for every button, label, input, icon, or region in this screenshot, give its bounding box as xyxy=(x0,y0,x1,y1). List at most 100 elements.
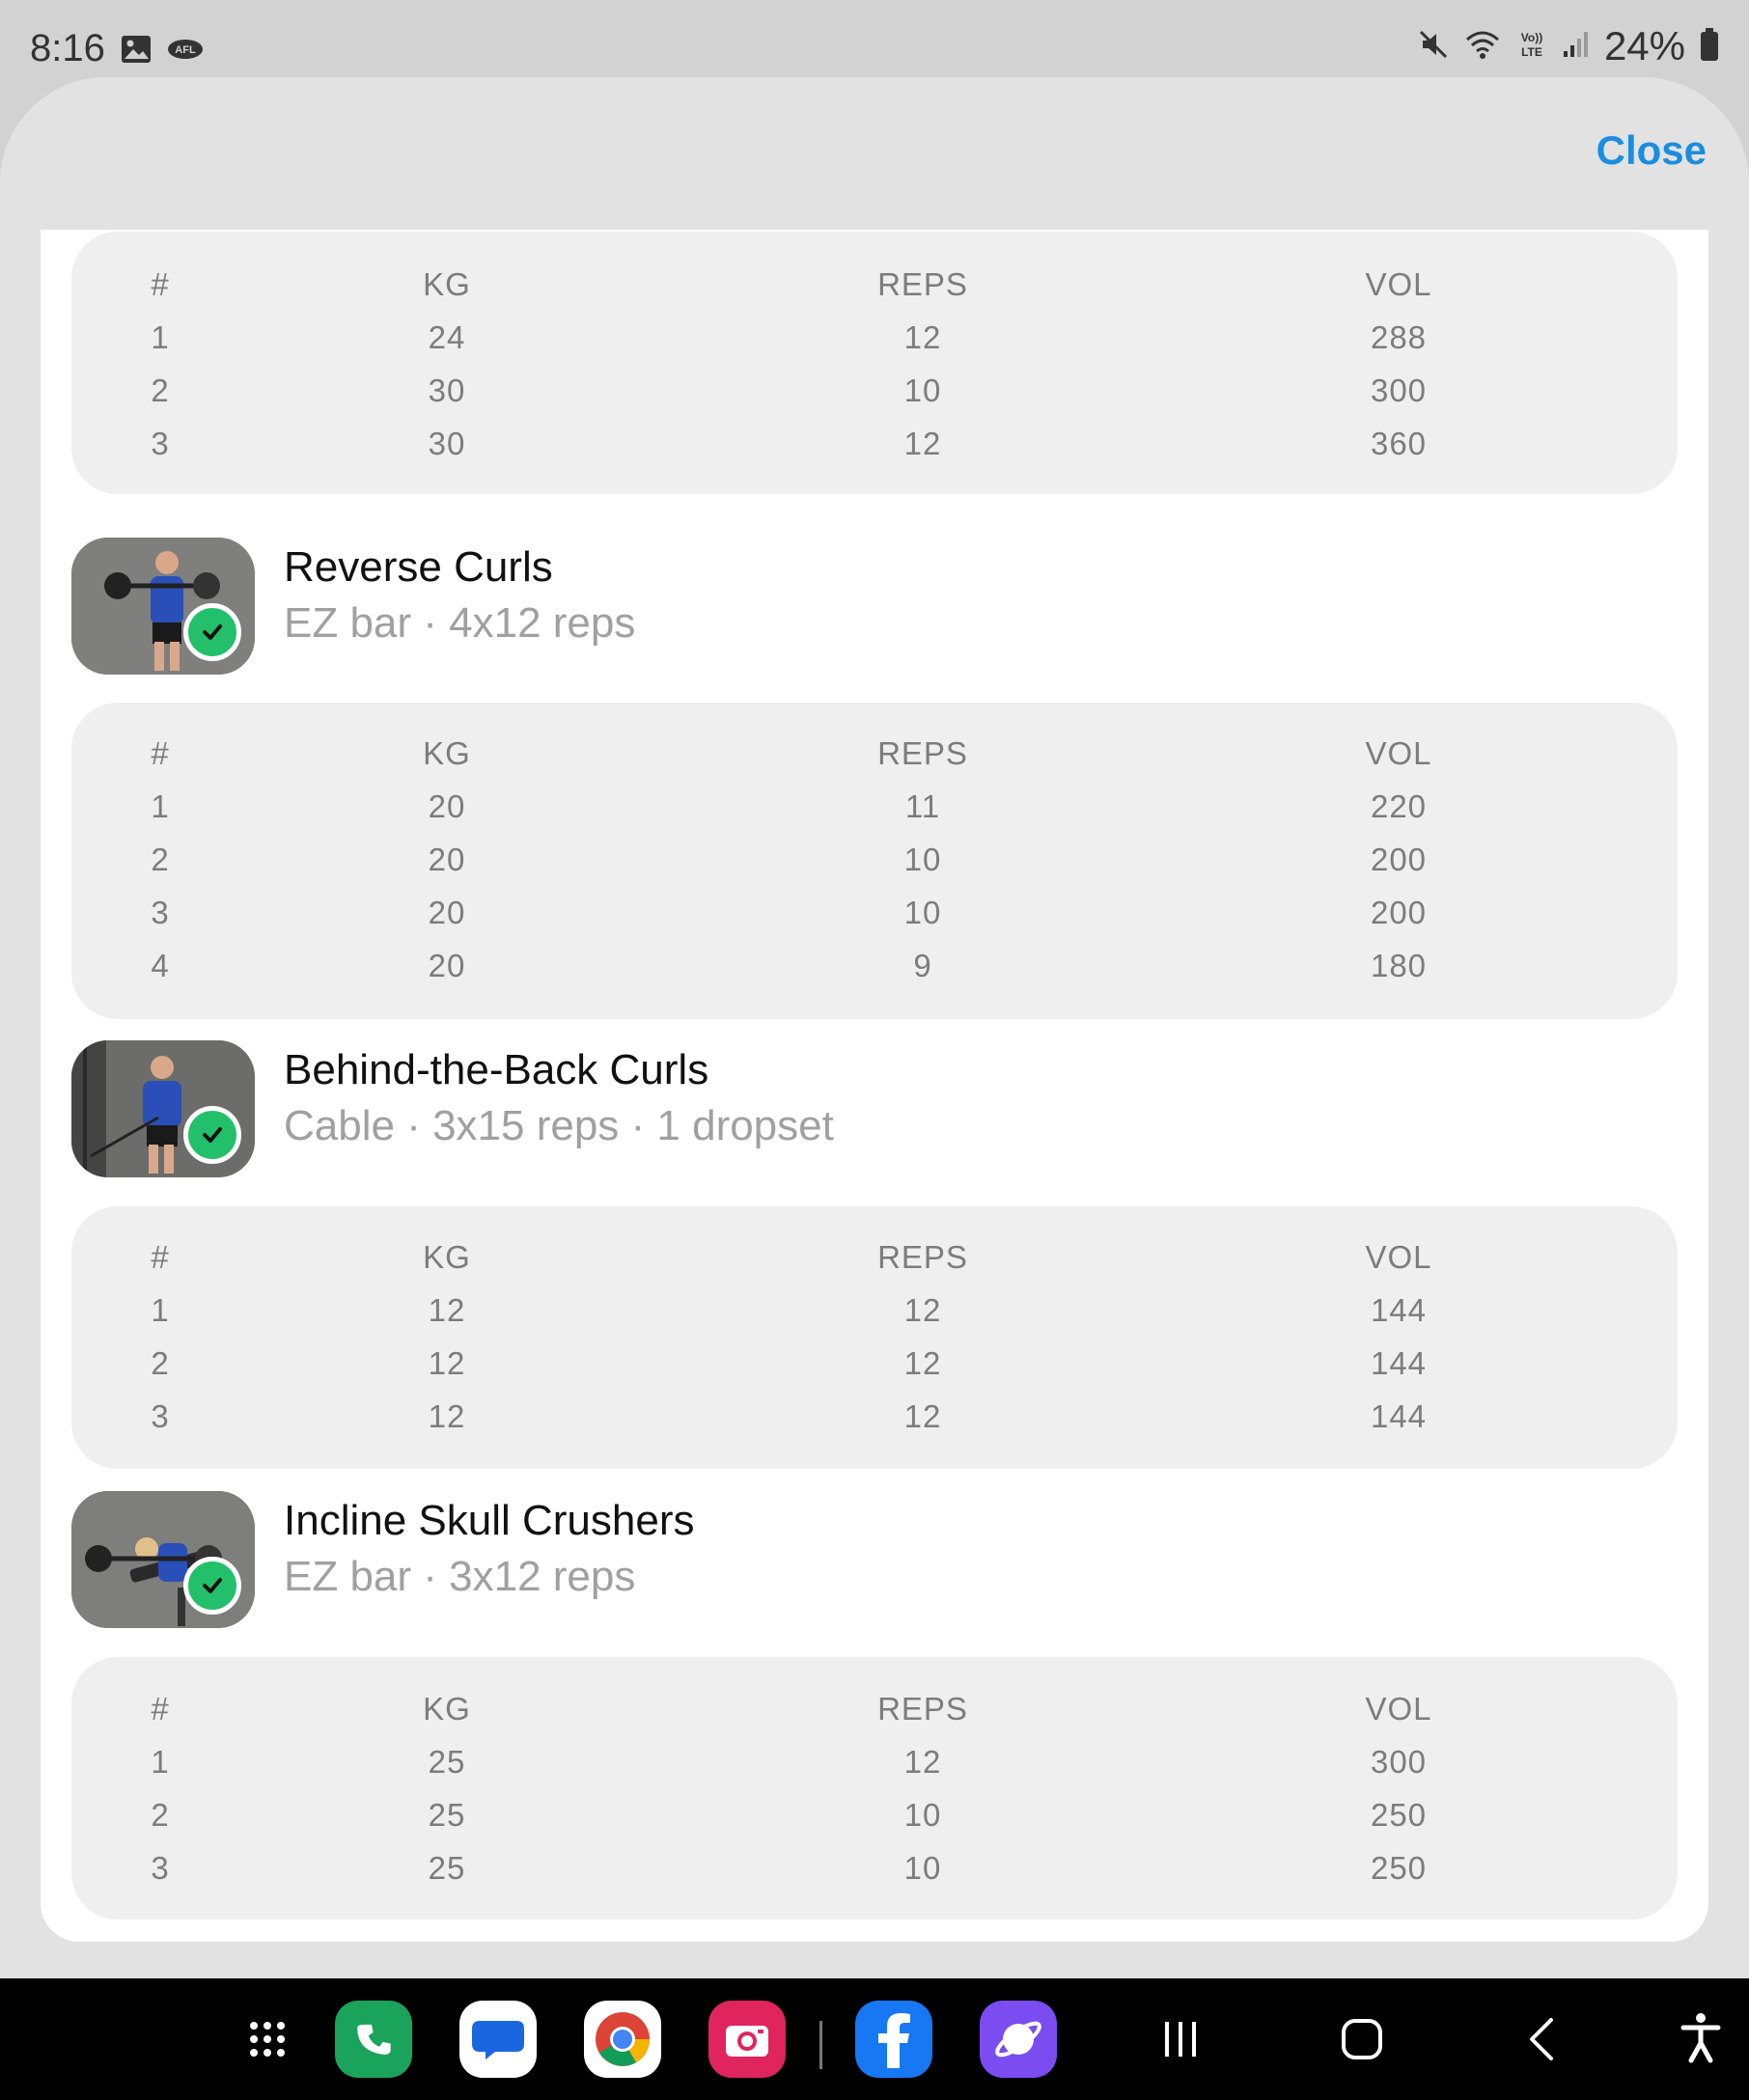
set-vol: 180 xyxy=(1370,948,1428,983)
set-kg: 20 xyxy=(428,895,466,930)
exercise-reverse-curls[interactable]: Reverse Curls EZ bar · 4x12 reps xyxy=(71,538,1678,675)
facebook-app-icon[interactable] xyxy=(855,2001,932,2078)
header-kg: KG xyxy=(423,266,471,302)
volte-icon: Vo)) LTE xyxy=(1515,28,1548,66)
set-row: 1 20 11 220 xyxy=(71,788,1678,827)
exercise-subtitle: EZ bar · 4x12 reps xyxy=(284,599,636,647)
set-vol: 360 xyxy=(1370,426,1428,461)
header-kg: KG xyxy=(423,1239,471,1275)
set-reps: 10 xyxy=(903,1850,942,1886)
header-num: # xyxy=(151,1239,170,1275)
set-reps: 11 xyxy=(904,788,941,824)
header-kg: KG xyxy=(423,1691,471,1727)
svg-text:AFL: AFL xyxy=(175,44,196,56)
header-reps: REPS xyxy=(877,1691,968,1727)
status-left-icons: AFL xyxy=(120,33,205,70)
header-num: # xyxy=(151,266,170,302)
internet-app-icon[interactable] xyxy=(980,2001,1057,2078)
recents-icon[interactable] xyxy=(1142,2001,1219,2078)
sets-header-row: # KG REPS VOL xyxy=(71,266,1678,305)
sets-table: # KG REPS VOL 1 24 12 288 2 30 10 300 3 … xyxy=(71,232,1678,494)
set-number: 1 xyxy=(151,1744,170,1780)
set-row: 4 20 9 180 xyxy=(71,948,1678,986)
set-row: 2 20 10 200 xyxy=(71,842,1678,880)
set-vol: 220 xyxy=(1370,788,1428,824)
header-vol: VOL xyxy=(1365,1239,1432,1275)
set-reps: 10 xyxy=(903,1797,942,1833)
header-reps: REPS xyxy=(877,735,968,771)
set-row: 3 12 12 144 xyxy=(71,1398,1678,1437)
set-vol: 144 xyxy=(1370,1398,1428,1434)
set-number: 2 xyxy=(151,1797,170,1833)
set-vol: 200 xyxy=(1370,842,1428,877)
back-icon[interactable] xyxy=(1505,2001,1582,2078)
set-number: 1 xyxy=(151,1292,170,1328)
exercise-title: Reverse Curls xyxy=(284,543,553,591)
signal-icon xyxy=(1562,28,1591,66)
set-kg: 20 xyxy=(428,788,466,824)
exercise-incline-skull-crushers[interactable]: Incline Skull Crushers EZ bar · 3x12 rep… xyxy=(71,1491,1678,1628)
sets-table: # KG REPS VOL 1 20 11 220 2 20 10 200 3 … xyxy=(71,703,1678,1019)
exercise-behind-the-back-curls[interactable]: Behind-the-Back Curls Cable · 3x15 reps … xyxy=(71,1040,1678,1177)
exercise-title: Incline Skull Crushers xyxy=(284,1497,695,1544)
close-button[interactable]: Close xyxy=(1596,127,1707,174)
accessibility-icon[interactable] xyxy=(1662,2001,1739,2078)
set-row: 1 12 12 144 xyxy=(71,1292,1678,1331)
set-number: 1 xyxy=(151,788,170,824)
camera-app-icon[interactable] xyxy=(708,2001,786,2078)
set-vol: 288 xyxy=(1370,319,1428,355)
set-reps: 12 xyxy=(903,1292,942,1328)
set-number: 2 xyxy=(151,373,170,408)
chrome-app-icon[interactable] xyxy=(584,2001,661,2078)
status-time: 8:16 xyxy=(30,27,105,69)
svg-text:Vo)): Vo)) xyxy=(1521,31,1542,44)
set-kg: 30 xyxy=(428,426,466,461)
image-icon xyxy=(120,33,153,70)
set-vol: 144 xyxy=(1370,1292,1428,1328)
mute-icon xyxy=(1417,28,1450,66)
set-reps: 10 xyxy=(903,373,942,408)
set-reps: 12 xyxy=(903,1398,942,1434)
messages-app-icon[interactable] xyxy=(459,2001,537,2078)
set-kg: 25 xyxy=(428,1850,466,1886)
header-reps: REPS xyxy=(877,1239,968,1275)
header-num: # xyxy=(151,735,170,771)
set-reps: 12 xyxy=(903,1345,942,1381)
header-vol: VOL xyxy=(1365,735,1432,771)
completed-check-icon xyxy=(183,603,241,661)
sets-table: # KG REPS VOL 1 25 12 300 2 25 10 250 3 … xyxy=(71,1657,1678,1920)
set-kg: 20 xyxy=(428,948,466,983)
phone-app-icon[interactable] xyxy=(335,2001,412,2078)
set-kg: 30 xyxy=(428,373,466,408)
navigation-bar xyxy=(0,1978,1749,2100)
set-number: 2 xyxy=(151,842,170,877)
set-row: 3 30 12 360 xyxy=(71,426,1678,464)
sets-header-row: # KG REPS VOL xyxy=(71,1239,1678,1278)
completed-check-icon xyxy=(183,1106,241,1164)
set-number: 2 xyxy=(151,1345,170,1381)
set-number: 3 xyxy=(151,426,170,461)
set-kg: 25 xyxy=(428,1797,466,1833)
set-row: 3 25 10 250 xyxy=(71,1850,1678,1889)
set-kg: 12 xyxy=(428,1398,466,1434)
exercise-title: Behind-the-Back Curls xyxy=(284,1046,709,1093)
exercise-subtitle: EZ bar · 3x12 reps xyxy=(284,1553,636,1600)
set-reps: 12 xyxy=(903,319,942,355)
set-number: 3 xyxy=(151,1398,170,1434)
set-kg: 20 xyxy=(428,842,466,877)
header-kg: KG xyxy=(423,735,471,771)
sets-header-row: # KG REPS VOL xyxy=(71,735,1678,774)
set-reps: 10 xyxy=(903,895,942,930)
set-row: 2 25 10 250 xyxy=(71,1797,1678,1836)
header-vol: VOL xyxy=(1365,266,1432,302)
app-drawer-icon[interactable] xyxy=(229,2001,306,2078)
set-kg: 12 xyxy=(428,1345,466,1381)
set-vol: 300 xyxy=(1370,1744,1428,1780)
set-row: 3 20 10 200 xyxy=(71,895,1678,933)
header-reps: REPS xyxy=(877,266,968,302)
battery-icon xyxy=(1699,27,1720,67)
completed-check-icon xyxy=(183,1557,241,1615)
battery-percent: 24% xyxy=(1603,23,1685,69)
home-icon[interactable] xyxy=(1323,2001,1401,2078)
set-vol: 144 xyxy=(1370,1345,1428,1381)
